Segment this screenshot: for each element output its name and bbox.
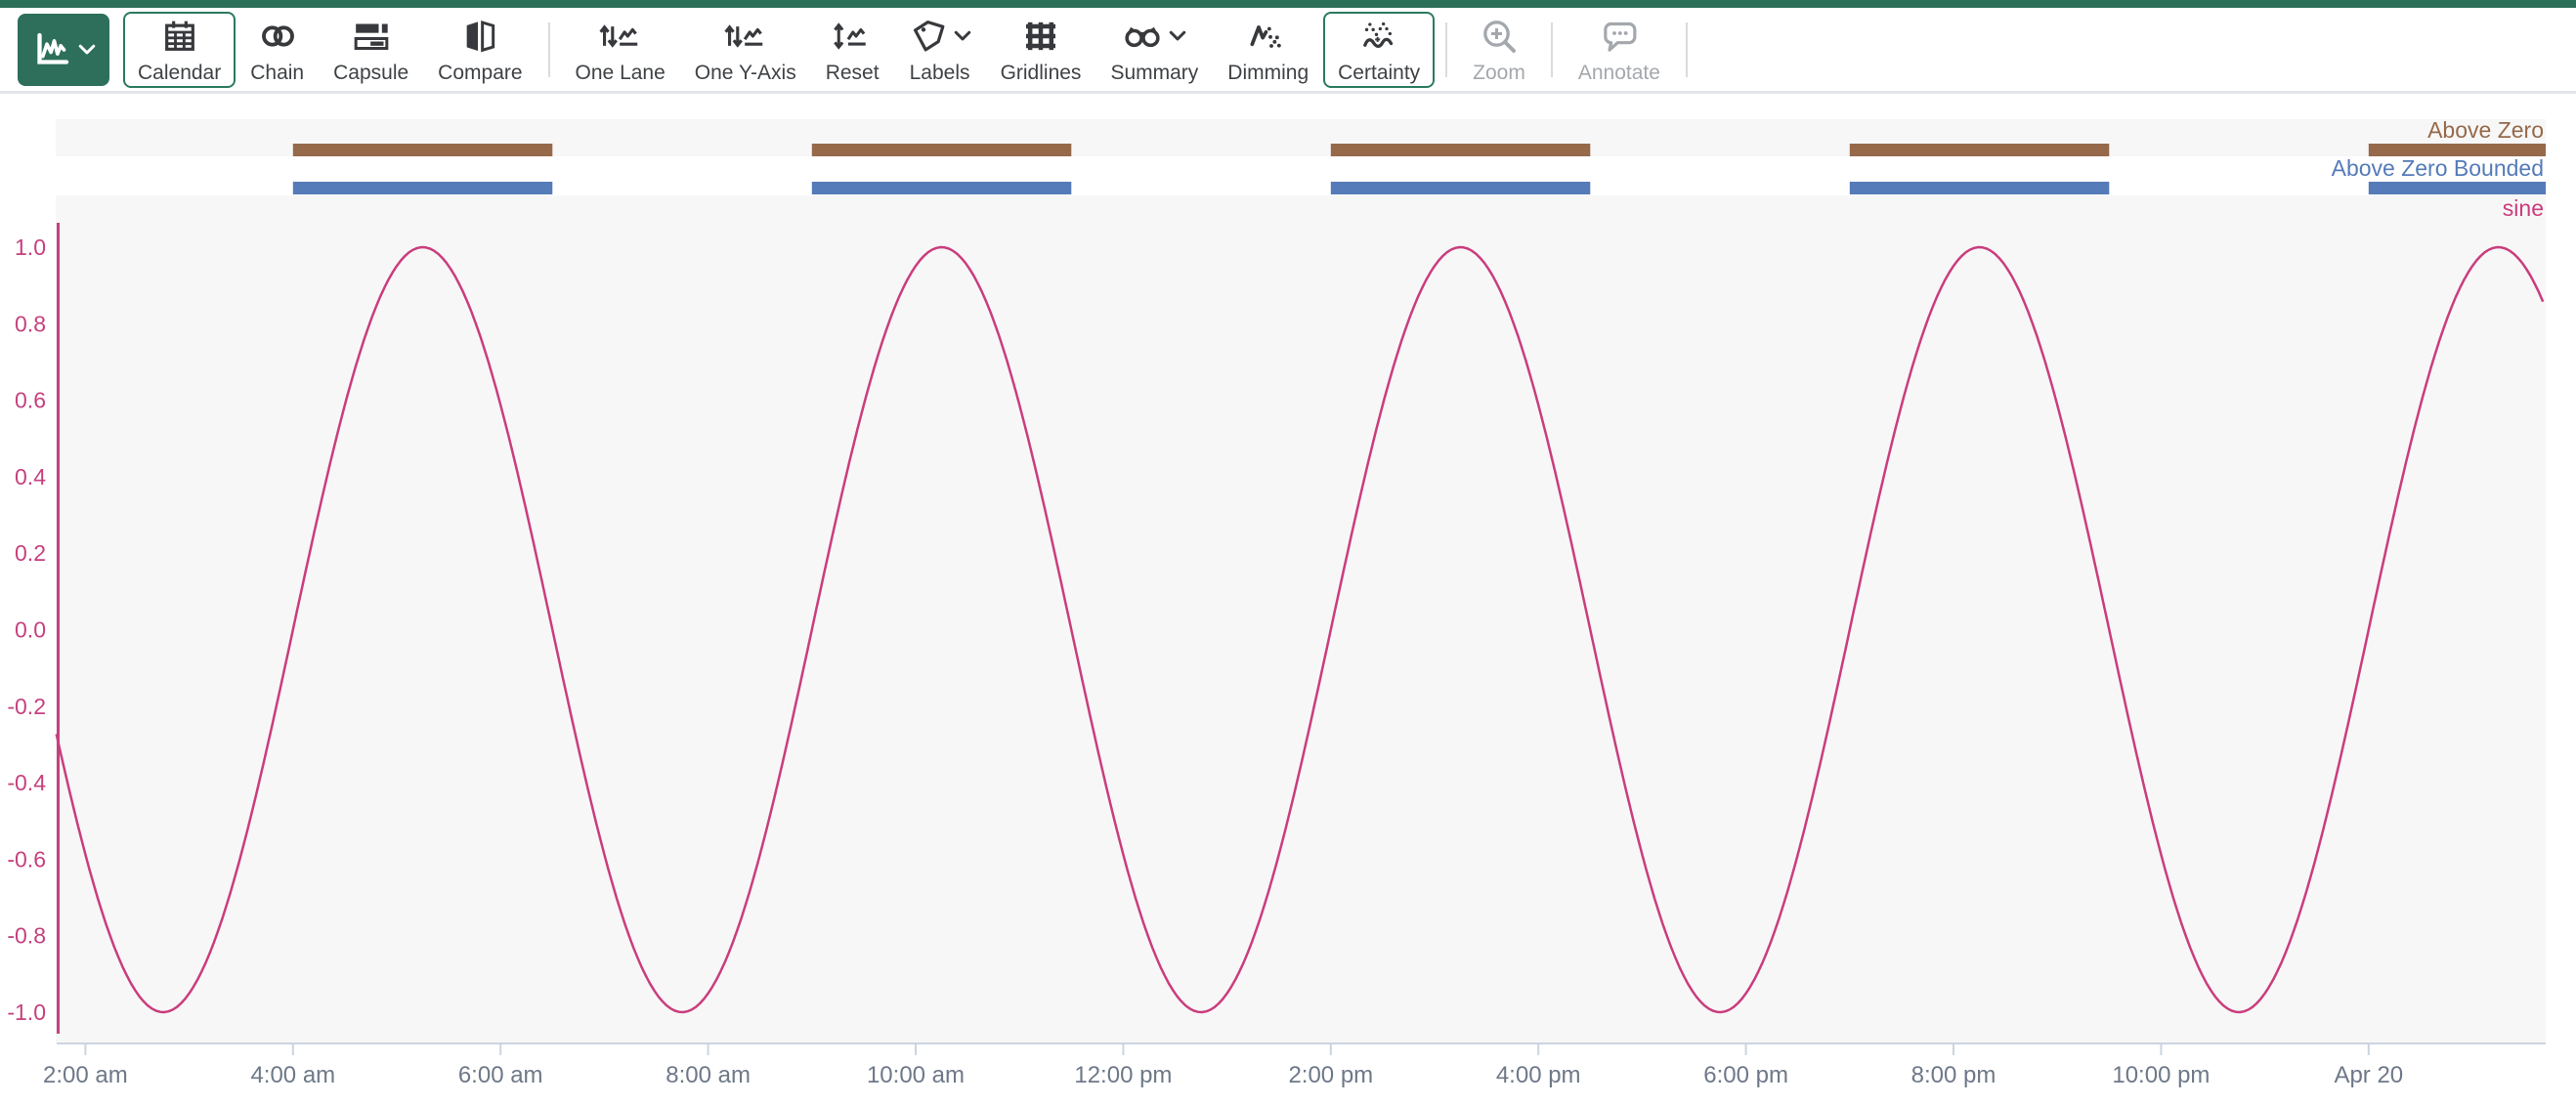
trend-chart-area: 2:00 am 4:00 am 6:00 am 8:00 am 10:00 am 12:0…: [0, 94, 2576, 1100]
toolbar-button-label: Zoom: [1473, 63, 1525, 83]
compare-icon: [460, 17, 499, 56]
top-accent-bar: [0, 0, 2576, 8]
y-axis-label: -1.0: [7, 999, 46, 1025]
toolbar-button-label: Certainty: [1338, 63, 1420, 83]
signal-lane-background: [56, 195, 2546, 1043]
x-axis-label: 8:00 pm: [1911, 1062, 1996, 1088]
toolbar-divider: [1551, 22, 1553, 77]
trend-chart-icon: [31, 30, 96, 69]
toolbar-button-label: Chain: [250, 63, 304, 83]
toolbar-button-summary[interactable]: Summary: [1095, 12, 1213, 88]
toolbar-button-one-lane[interactable]: One Lane: [561, 12, 680, 88]
trend-chart: 2:00 am 4:00 am 6:00 am 8:00 am 10:00 am 12:0…: [0, 94, 2576, 1100]
gridlines-icon: [1021, 17, 1060, 56]
toolbar: Calendar Chain Capsule Compare One Lane One Y…: [0, 8, 2576, 94]
capsule-bar[interactable]: [812, 144, 1072, 156]
y-axis-label: 0.8: [15, 311, 46, 336]
toolbar-button-label: Annotate: [1578, 63, 1660, 83]
toolbar-button-label: Gridlines: [1001, 63, 1082, 83]
x-axis-label: 4:00 am: [250, 1062, 335, 1088]
capsule-bar[interactable]: [2369, 182, 2546, 194]
y-axis-label: -0.2: [7, 694, 46, 719]
toolbar-button-annotate[interactable]: Annotate: [1564, 12, 1675, 88]
toolbar-button-reset[interactable]: Reset: [811, 12, 894, 88]
y-axis-label: 0.2: [15, 540, 46, 566]
toolbar-button-label: Dimming: [1227, 63, 1309, 83]
y-axis-label: 0.0: [15, 617, 46, 643]
toolbar-button-dimming[interactable]: Dimming: [1213, 12, 1323, 88]
y-axis-label: -0.8: [7, 923, 46, 949]
annotate-icon: [1600, 17, 1639, 56]
toolbar-button-gridlines[interactable]: Gridlines: [986, 12, 1096, 88]
toolbar-button-label: One Lane: [576, 63, 665, 83]
reset-icon: [832, 17, 873, 56]
x-axis-label: 2:00 pm: [1288, 1062, 1373, 1088]
toolbar-button-capsule[interactable]: Capsule: [319, 12, 423, 88]
legend-item-sine[interactable]: sine: [2503, 195, 2544, 221]
chevron-down-icon: [78, 44, 96, 56]
chain-icon: [258, 17, 297, 56]
x-axis-label: 12:00 pm: [1074, 1062, 1172, 1088]
toolbar-button-label: Summary: [1110, 63, 1198, 83]
capsule-bar[interactable]: [1331, 144, 1591, 156]
x-axis-label: 10:00 pm: [2112, 1062, 2210, 1088]
capsule-lane-above-zero-bounded: [293, 182, 2546, 194]
toolbar-divider: [548, 22, 550, 77]
toolbar-button-trend-type[interactable]: [18, 14, 109, 86]
capsule-bar[interactable]: [293, 144, 553, 156]
toolbar-button-label: Reset: [826, 63, 880, 83]
summary-icon: [1122, 17, 1186, 56]
toolbar-divider: [1445, 22, 1447, 77]
chevron-down-icon: [1169, 30, 1186, 42]
x-axis-label: 6:00 am: [458, 1062, 543, 1088]
y-axis-label: 1.0: [15, 234, 46, 260]
toolbar-button-label: Calendar: [138, 63, 221, 83]
y-axis-label: -0.4: [7, 770, 46, 795]
capsule-bar[interactable]: [1850, 144, 2110, 156]
capsule-bar[interactable]: [1331, 182, 1591, 194]
y-axis-label: 0.4: [15, 464, 46, 489]
capsule-icon: [352, 17, 391, 56]
toolbar-divider: [1686, 22, 1688, 77]
one-y-axis-icon: [723, 17, 768, 56]
zoom-icon: [1480, 17, 1519, 56]
toolbar-button-labels[interactable]: Labels: [894, 12, 986, 88]
trend-application: { "theme": { "accent_green": "#2c705a", …: [0, 0, 2576, 1100]
x-axis-label: 2:00 am: [43, 1062, 128, 1088]
toolbar-button-calendar[interactable]: Calendar: [123, 12, 236, 88]
toolbar-button-label: Compare: [438, 63, 522, 83]
labels-icon: [909, 17, 971, 56]
certainty-icon: [1357, 17, 1400, 56]
one-lane-icon: [598, 17, 643, 56]
x-axis-label: Apr 20: [2334, 1062, 2403, 1088]
x-axis-label: 8:00 am: [665, 1062, 751, 1088]
capsule-bar[interactable]: [812, 182, 1072, 194]
x-axis-label: 10:00 am: [867, 1062, 965, 1088]
legend-item-above-zero[interactable]: Above Zero: [2427, 117, 2544, 143]
toolbar-button-label: One Y-Axis: [695, 63, 796, 83]
toolbar-button-compare[interactable]: Compare: [423, 12, 537, 88]
y-axis-label: -0.6: [7, 846, 46, 871]
legend-item-above-zero-bounded[interactable]: Above Zero Bounded: [2332, 155, 2544, 181]
chevron-down-icon: [954, 30, 971, 42]
dimming-icon: [1247, 17, 1290, 56]
capsule-bar[interactable]: [293, 182, 553, 194]
toolbar-button-one-y-axis[interactable]: One Y-Axis: [680, 12, 811, 88]
x-axis-label: 6:00 pm: [1703, 1062, 1788, 1088]
toolbar-button-chain[interactable]: Chain: [236, 12, 319, 88]
capsule-bar[interactable]: [1850, 182, 2110, 194]
toolbar-button-zoom[interactable]: Zoom: [1458, 12, 1540, 88]
y-axis-label: 0.6: [15, 388, 46, 413]
toolbar-button-label: Capsule: [333, 63, 408, 83]
toolbar-button-label: Labels: [910, 63, 970, 83]
calendar-icon: [160, 17, 199, 56]
x-axis-label: 4:00 pm: [1496, 1062, 1581, 1088]
toolbar-button-certainty[interactable]: Certainty: [1323, 12, 1435, 88]
